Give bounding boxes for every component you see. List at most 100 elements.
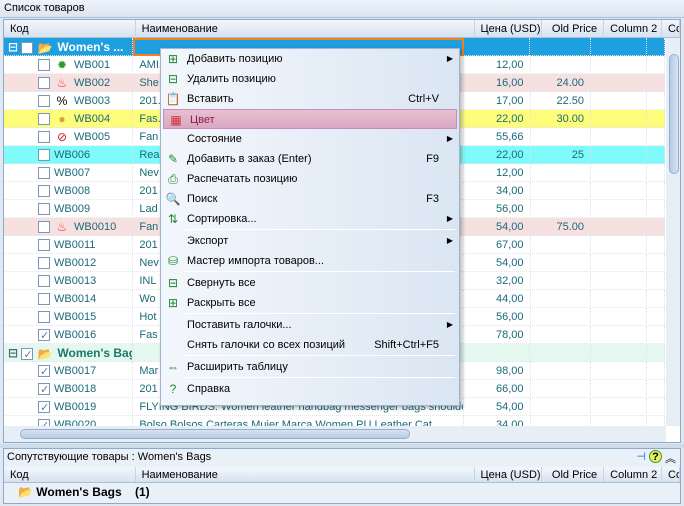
menu-item[interactable]: ? Справка [161,379,459,399]
search-icon: 🔍 [165,192,181,206]
row-checkbox[interactable] [38,95,50,108]
menu-item-label: Расширить таблицу [187,361,288,373]
row-checkbox[interactable] [38,293,50,306]
empty-cell [647,326,665,344]
menu-item-label: Снять галочки со всех позиций [187,339,346,351]
item-code: WB008 [54,185,91,197]
row-checkbox[interactable] [38,257,50,270]
menu-item[interactable]: Состояние ▶ [161,129,459,149]
column-header[interactable]: Co [662,20,680,38]
item-old-price [531,164,592,182]
row-checkbox[interactable] [38,185,50,198]
row-checkbox[interactable] [38,311,50,324]
empty-cell [591,92,648,110]
item-old-price [530,344,591,362]
collapse-panel-icon[interactable]: ︽ [665,450,676,466]
column-header[interactable]: Наименование [136,20,475,38]
column-header[interactable]: Наименование [136,467,475,482]
item-code: WB0016 [54,329,97,341]
vertical-scrollbar[interactable] [666,38,680,426]
menu-item[interactable]: ⛁ Мастер импорта товаров... [161,251,459,271]
item-price: 66,00 [464,380,531,398]
menu-item[interactable]: 🔍 Поиск F3 [161,189,459,209]
row-checkbox[interactable] [38,113,50,126]
item-old-price [531,326,592,344]
row-checkbox[interactable] [38,59,50,72]
menu-item-label: Вставить [187,93,234,105]
row-checkbox[interactable] [38,167,50,180]
menu-item-label: Удалить позицию [187,73,276,85]
forbidden-icon: ⊘ [56,130,68,145]
menu-item[interactable]: ⇔ Расширить таблицу [161,357,459,377]
horizontal-scrollbar[interactable] [4,426,666,442]
row-checkbox[interactable] [38,239,50,252]
column-header[interactable]: Цена (USD) [475,20,543,38]
menu-item[interactable]: Экспорт ▶ [161,231,459,251]
menu-item[interactable]: Снять галочки со всех позиций Shift+Ctrl+… [161,335,459,355]
menu-item-label: Сортировка... [187,213,257,225]
row-checkbox[interactable] [38,221,50,234]
column-header[interactable]: Код [4,467,136,482]
item-code: WB0018 [54,383,97,395]
help-icon: ? [169,382,177,396]
item-price: 56,00 [464,200,531,218]
item-code: WB0017 [54,365,97,377]
menu-item[interactable]: ⎙ Распечатать позицию [161,169,459,189]
column-header[interactable]: Код [4,20,136,38]
item-old-price [531,308,592,326]
empty-cell [647,56,665,74]
row-checkbox[interactable] [21,41,34,54]
empty-cell [647,110,665,128]
menu-item[interactable]: 📋 Вставить Ctrl+V [161,89,459,109]
column-header[interactable]: Old Price [542,20,605,38]
menu-item[interactable]: ⊟ Удалить позицию [161,69,459,89]
row-checkbox[interactable] [38,149,50,162]
column-header[interactable]: Co [662,467,680,482]
row-checkbox[interactable] [38,381,50,398]
item-old-price [531,128,592,146]
row-checkbox[interactable] [38,399,50,416]
import-icon: ⛁ [167,254,179,268]
item-code: WB0019 [54,401,97,413]
column-header[interactable]: Old Price [542,467,605,482]
menu-item[interactable]: Поставить галочки... ▶ [161,315,459,335]
empty-cell [591,110,648,128]
help-icon[interactable]: ? [649,450,662,463]
menu-item[interactable]: ▦ Цвет [163,109,457,129]
scroll-thumb[interactable] [669,54,679,174]
sort-icon: ⇅ [167,212,179,226]
row-checkbox[interactable] [21,346,34,362]
print-icon: ⎙ [168,172,178,186]
menu-item-label: Свернуть все [187,277,256,289]
column-header[interactable]: Column 2 [604,467,663,482]
row-checkbox[interactable] [38,77,50,90]
collapse-toggle-icon[interactable]: ⊟ [8,346,21,360]
menu-item[interactable]: ⊞ Добавить позицию ▶ [161,49,459,69]
menu-item-label: Добавить в заказ (Enter) [187,153,312,165]
column-header[interactable]: Цена (USD) [475,467,543,482]
row-checkbox[interactable] [38,275,50,288]
row-checkbox[interactable] [38,203,50,216]
column-header[interactable]: Column 2 [604,20,663,38]
pin-icon[interactable]: ⊣ [636,450,646,466]
menu-item[interactable]: ⊟ Свернуть все [161,273,459,293]
item-code: WB0011 [54,239,96,251]
item-price [464,38,531,56]
item-code: WB004 [74,113,111,125]
menu-item[interactable]: ⊞ Раскрыть все [161,293,459,313]
empty-cell [647,164,665,182]
menu-item[interactable]: ✎ Добавить в заказ (Enter) F9 [161,149,459,169]
menu-item[interactable]: ⇅ Сортировка... ▶ [161,209,459,229]
related-group-row[interactable]: 📂 Women's Bags (1) [18,483,150,501]
collapse-toggle-icon[interactable]: ⊟ [8,40,21,54]
row-checkbox[interactable] [38,327,50,344]
row-checkbox[interactable] [38,363,50,380]
row-checkbox[interactable] [38,131,50,144]
scroll-thumb[interactable] [20,429,410,439]
item-price: 54,00 [464,398,531,416]
item-old-price [530,38,591,56]
item-old-price [531,200,592,218]
item-old-price: 25 [531,146,592,164]
menu-item-label: Поиск [187,193,218,205]
order-icon: ✎ [167,152,179,166]
